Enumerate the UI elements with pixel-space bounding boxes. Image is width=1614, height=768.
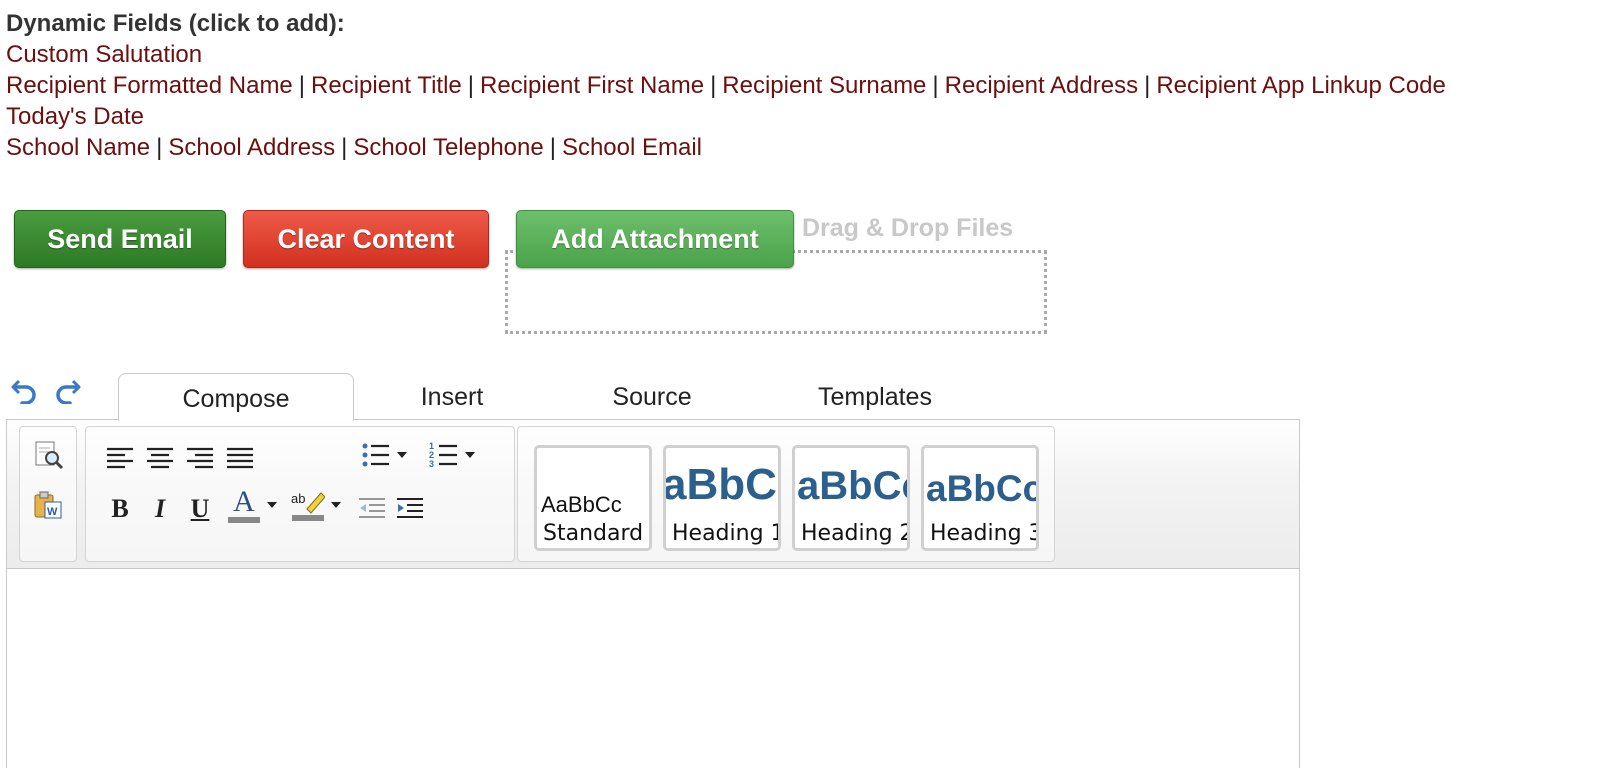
toolbar-group-formatting: 123 B I U A ab bbox=[85, 426, 515, 562]
toolbar-group-document: W bbox=[19, 426, 77, 562]
bullet-list-dropdown-icon[interactable] bbox=[394, 437, 410, 473]
fields-line-school: School Name | School Address | School Teleph… bbox=[6, 132, 1606, 163]
underline-icon[interactable]: U bbox=[182, 491, 218, 527]
numbered-list-icon[interactable]: 123 bbox=[426, 437, 462, 473]
toolbar-group-styles: AaBbCc Standard aBbCc Heading 1 aBbCc He… bbox=[517, 426, 1055, 562]
svg-text:ab: ab bbox=[291, 491, 305, 506]
field-separator: | bbox=[156, 134, 163, 161]
fields-line-salutation: Custom Salutation bbox=[6, 39, 1606, 70]
style-name: Standard bbox=[543, 521, 644, 546]
field-school-email[interactable]: School Email bbox=[562, 134, 702, 161]
bullet-list-icon[interactable] bbox=[358, 437, 394, 473]
field-separator: | bbox=[710, 72, 717, 99]
fields-line-date: Today's Date bbox=[6, 101, 1606, 132]
align-left-icon[interactable] bbox=[102, 441, 138, 477]
editor-toolbar: W 123 B I U A ab AaBbCc Standard aBbC He… bbox=[6, 419, 1300, 569]
field-recipient-title[interactable]: Recipient Title bbox=[311, 72, 462, 99]
field-school-name[interactable]: School Name bbox=[6, 134, 150, 161]
italic-icon[interactable]: I bbox=[142, 491, 178, 527]
font-color-dropdown-icon[interactable] bbox=[264, 487, 280, 523]
indent-icon[interactable] bbox=[392, 491, 428, 527]
align-right-icon[interactable] bbox=[182, 441, 218, 477]
field-separator: | bbox=[549, 134, 556, 161]
field-recipient-address[interactable]: Recipient Address bbox=[945, 72, 1138, 99]
style-sample: aBbCc bbox=[663, 460, 778, 509]
outdent-icon[interactable] bbox=[354, 491, 390, 527]
field-school-telephone[interactable]: School Telephone bbox=[353, 134, 543, 161]
highlight-color-icon[interactable]: ab bbox=[290, 487, 326, 523]
style-sample: aBbCc bbox=[797, 464, 907, 508]
add-attachment-button[interactable]: Add Attachment bbox=[516, 210, 794, 268]
dropzone-label: Drag & Drop Files bbox=[802, 214, 1014, 242]
style-heading-1[interactable]: aBbCc Heading 1 bbox=[663, 445, 781, 551]
style-heading-2[interactable]: aBbCc Heading 2 bbox=[792, 445, 910, 551]
highlight-color-swatch bbox=[292, 515, 324, 521]
tab-templates[interactable]: Templates bbox=[790, 374, 960, 420]
style-name: Heading 1 bbox=[672, 521, 781, 546]
clear-content-button[interactable]: Clear Content bbox=[243, 210, 489, 268]
field-todays-date[interactable]: Today's Date bbox=[6, 103, 144, 130]
send-email-button[interactable]: Send Email bbox=[14, 210, 226, 268]
tab-compose[interactable]: Compose bbox=[118, 373, 354, 421]
style-heading-3[interactable]: aBbCc Heading 3 bbox=[921, 445, 1039, 551]
field-separator: | bbox=[467, 72, 474, 99]
email-body-editor[interactable] bbox=[6, 568, 1300, 768]
field-recipient-first-name[interactable]: Recipient First Name bbox=[480, 72, 704, 99]
fields-line-recipient: Recipient Formatted Name | Recipient Title… bbox=[6, 70, 1606, 101]
font-color-icon[interactable]: A bbox=[226, 487, 262, 523]
tab-source[interactable]: Source bbox=[570, 374, 734, 420]
justify-icon[interactable] bbox=[222, 441, 258, 477]
field-separator: | bbox=[298, 72, 306, 99]
style-standard[interactable]: AaBbCc Standard bbox=[534, 445, 652, 551]
paste-from-word-icon[interactable]: W bbox=[30, 487, 66, 523]
dynamic-fields-title: Dynamic Fields (click to add): bbox=[6, 10, 345, 37]
undo-icon[interactable] bbox=[10, 374, 40, 405]
style-sample: aBbCc bbox=[926, 468, 1039, 509]
field-separator: | bbox=[932, 72, 939, 99]
style-sample: AaBbCc bbox=[541, 492, 622, 517]
svg-text:W: W bbox=[47, 506, 58, 518]
bold-icon[interactable]: B bbox=[102, 491, 138, 527]
dynamic-fields-panel: Dynamic Fields (click to add): Custom Sa… bbox=[6, 8, 1606, 163]
preview-icon[interactable] bbox=[30, 437, 66, 473]
tab-insert[interactable]: Insert bbox=[370, 374, 534, 420]
align-center-icon[interactable] bbox=[142, 441, 178, 477]
redo-icon[interactable] bbox=[52, 374, 82, 405]
field-school-address[interactable]: School Address bbox=[168, 134, 335, 161]
field-custom-salutation[interactable]: Custom Salutation bbox=[6, 41, 202, 68]
numbered-list-dropdown-icon[interactable] bbox=[462, 437, 478, 473]
font-color-swatch bbox=[228, 517, 260, 523]
style-name: Heading 2 bbox=[801, 521, 910, 546]
font-color-letter: A bbox=[233, 485, 255, 518]
field-recipient-app-linkup-code[interactable]: Recipient App Linkup Code bbox=[1156, 72, 1446, 99]
svg-text:3: 3 bbox=[429, 459, 434, 469]
field-separator: | bbox=[341, 134, 348, 161]
field-recipient-surname[interactable]: Recipient Surname bbox=[722, 72, 926, 99]
field-recipient-formatted-name[interactable]: Recipient Formatted Name bbox=[6, 72, 293, 99]
style-name: Heading 3 bbox=[930, 521, 1039, 546]
highlight-color-dropdown-icon[interactable] bbox=[328, 487, 344, 523]
field-separator: | bbox=[1144, 72, 1151, 99]
